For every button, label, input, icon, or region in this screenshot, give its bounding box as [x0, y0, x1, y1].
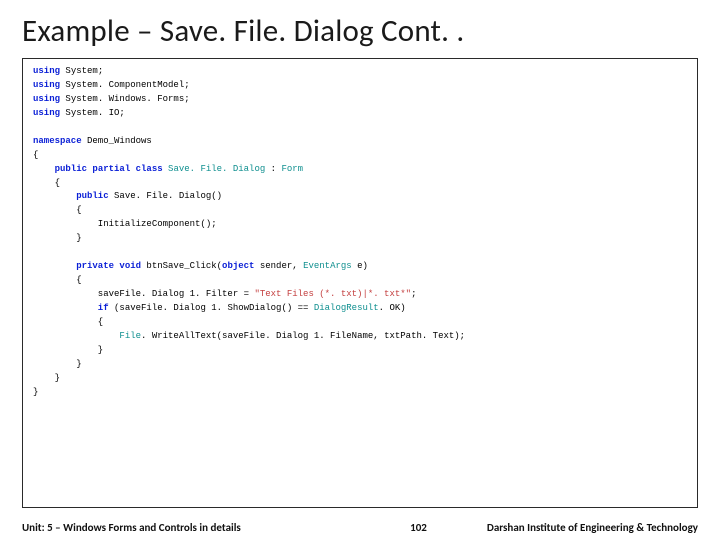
brace: {	[33, 177, 687, 191]
code-text: ;	[411, 289, 416, 299]
footer-unit: Unit: 5 – Windows Forms and Controls in …	[22, 521, 241, 534]
slide-footer: Unit: 5 – Windows Forms and Controls in …	[0, 514, 720, 540]
blank-line	[33, 121, 687, 135]
code-text: System. IO;	[60, 108, 125, 118]
code-text: (saveFile. Dialog 1. ShowDialog() ==	[109, 303, 314, 313]
brace: }	[33, 372, 687, 386]
blank-line	[33, 246, 687, 260]
code-text: sender,	[254, 261, 303, 271]
code-text: InitializeComponent();	[33, 218, 687, 232]
brace: {	[33, 149, 687, 163]
slide: Example – Save. File. Dialog Cont. . usi…	[0, 0, 720, 540]
class-name: Form	[281, 164, 303, 174]
brace: {	[33, 274, 687, 288]
kw-public: public	[33, 164, 87, 174]
code-text: e)	[352, 261, 368, 271]
kw-private: private	[33, 261, 114, 271]
code-block: using System; using System. ComponentMod…	[22, 58, 698, 508]
code-text: System. ComponentModel;	[60, 80, 190, 90]
kw-void: void	[114, 261, 141, 271]
class-name: File	[33, 331, 141, 341]
code-text: :	[265, 164, 281, 174]
slide-title: Example – Save. File. Dialog Cont. .	[22, 12, 698, 50]
class-name: DialogResult	[314, 303, 379, 313]
kw-using: using	[33, 108, 60, 118]
brace: }	[33, 232, 687, 246]
kw-namespace: namespace	[33, 136, 82, 146]
class-name: EventArgs	[303, 261, 352, 271]
brace: {	[33, 316, 687, 330]
kw-class: class	[130, 164, 162, 174]
class-name: Save. File. Dialog	[163, 164, 266, 174]
brace: }	[33, 386, 687, 400]
code-text: saveFile. Dialog 1. Filter =	[33, 289, 254, 299]
footer-page: 102	[410, 521, 427, 534]
kw-if: if	[33, 303, 109, 313]
code-text: Save. File. Dialog()	[109, 191, 222, 201]
kw-using: using	[33, 66, 60, 76]
brace: {	[33, 204, 687, 218]
string-literal: "Text Files (*. txt)|*. txt*"	[254, 289, 411, 299]
brace: }	[33, 344, 687, 358]
footer-institute: Darshan Institute of Engineering & Techn…	[487, 521, 698, 534]
kw-object: object	[222, 261, 254, 271]
code-text: btnSave_Click(	[141, 261, 222, 271]
code-text: . OK)	[379, 303, 406, 313]
kw-using: using	[33, 94, 60, 104]
code-text: . WriteAllText(saveFile. Dialog 1. FileN…	[141, 331, 465, 341]
code-text: System;	[60, 66, 103, 76]
kw-partial: partial	[87, 164, 130, 174]
kw-public: public	[33, 191, 109, 201]
code-text: Demo_Windows	[82, 136, 152, 146]
code-text: System. Windows. Forms;	[60, 94, 190, 104]
brace: }	[33, 358, 687, 372]
kw-using: using	[33, 80, 60, 90]
